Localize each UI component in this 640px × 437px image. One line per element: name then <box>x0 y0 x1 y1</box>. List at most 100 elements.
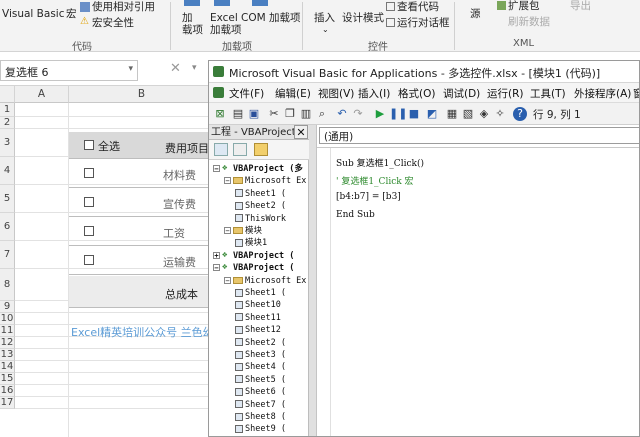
tree-item[interactable]: Sheet5 ( <box>235 374 286 386</box>
collapse-icon[interactable]: − <box>224 177 231 185</box>
tree-item[interactable]: Sheet1 ( <box>235 287 286 299</box>
row-header[interactable]: 12 <box>0 337 15 349</box>
refresh-data-button[interactable]: 刷新数据 <box>508 16 550 28</box>
select-all-corner[interactable] <box>0 86 15 103</box>
menu-edit[interactable]: 编辑(E) <box>275 86 311 101</box>
collapse-icon[interactable]: − <box>224 227 231 235</box>
excel-addins-button[interactable]: Excel 加载项 <box>210 12 242 36</box>
code-line[interactable]: Sub 复选框1_Click() <box>336 156 424 169</box>
row-header[interactable]: 8 <box>0 269 15 301</box>
tree-item[interactable]: Sheet2 ( <box>235 337 286 349</box>
run-icon[interactable]: ▶ <box>373 107 387 121</box>
help-icon[interactable]: ? <box>513 107 527 121</box>
menu-view[interactable]: 视图(V) <box>318 86 354 101</box>
code-line[interactable]: End Sub <box>336 210 375 220</box>
toggle-folders-icon[interactable] <box>254 143 268 156</box>
sheet-node[interactable]: Sheet2 ( <box>235 200 286 212</box>
cancel-formula-button[interactable]: ✕ <box>170 61 181 76</box>
tree-item[interactable]: Sheet12 <box>235 324 281 336</box>
tree-item[interactable]: Sheet3 ( <box>235 349 286 361</box>
design-mode-button[interactable]: 设计模式 <box>342 12 384 24</box>
toolbox-icon[interactable]: ✧ <box>493 107 507 121</box>
row-header[interactable]: 14 <box>0 361 15 373</box>
item-checkbox[interactable] <box>84 226 94 236</box>
use-relative-button[interactable]: 使用相对引用 <box>92 1 155 13</box>
item-checkbox[interactable] <box>84 255 94 265</box>
folder-node[interactable]: − Microsoft Ex <box>224 175 306 187</box>
select-all-checkbox[interactable] <box>84 140 94 150</box>
vbaproject-node[interactable]: − ❖ VBAProject (多 <box>213 163 303 175</box>
code-editor[interactable]: Sub 复选框1_Click() ' 复选框1_Click 宏 [b4:b7] … <box>317 147 639 436</box>
project-tree[interactable]: − ❖ VBAProject (多 − Microsoft Ex Sheet1 (Shee… <box>209 163 309 436</box>
row-header[interactable]: 1 <box>0 103 15 117</box>
code-line[interactable]: [b4:b7] = [b3] <box>336 192 401 202</box>
row-header[interactable]: 15 <box>0 373 15 385</box>
find-icon[interactable]: ⌕ <box>315 107 329 121</box>
vbaproject-node[interactable]: − ❖ VBAProject ( <box>213 262 294 274</box>
row-header[interactable]: 2 <box>0 117 15 129</box>
pane-splitter[interactable] <box>309 125 317 436</box>
row-header[interactable]: 4 <box>0 157 15 185</box>
menu-insert[interactable]: 插入(I) <box>358 86 390 101</box>
tree-item[interactable]: Sheet8 ( <box>235 411 286 423</box>
cut-icon[interactable]: ✂ <box>267 107 281 121</box>
export-button[interactable]: 导出 <box>570 0 591 12</box>
row-header[interactable]: 17 <box>0 397 15 409</box>
name-box[interactable]: 复选框 6 ▾ <box>0 60 138 81</box>
row-header[interactable]: 10 <box>0 313 15 325</box>
modules-folder-node[interactable]: − 模块 <box>224 225 262 237</box>
menu-run[interactable]: 运行(R) <box>487 86 524 101</box>
workbook-node[interactable]: ThisWork <box>235 213 286 225</box>
menu-file[interactable]: 文件(F) <box>229 86 264 101</box>
row-header[interactable]: 11 <box>0 325 15 337</box>
vbe-window[interactable]: Microsoft Visual Basic for Applications … <box>208 60 640 437</box>
undo-icon[interactable]: ↶ <box>335 107 349 121</box>
macros-button[interactable]: 宏 <box>66 8 77 20</box>
tree-item[interactable]: Sheet11 <box>235 312 281 324</box>
collapse-icon[interactable]: − <box>213 165 220 173</box>
insert-control-button[interactable]: 插入 <box>314 12 335 24</box>
break-icon[interactable]: ❚❚ <box>389 107 407 121</box>
object-dropdown[interactable]: (通用) <box>319 127 639 144</box>
com-addins-button[interactable]: COM 加载项 <box>241 12 301 24</box>
menu-tools[interactable]: 工具(T) <box>530 86 566 101</box>
paste-icon[interactable]: ▥ <box>299 107 313 121</box>
row-header[interactable]: 6 <box>0 213 15 241</box>
visual-basic-button[interactable]: Visual Basic <box>2 8 64 20</box>
vbe-title-bar[interactable]: Microsoft Visual Basic for Applications … <box>209 61 639 83</box>
folder-node[interactable]: − Microsoft Ex <box>224 275 306 287</box>
code-comment-line[interactable]: ' 复选框1_Click 宏 <box>336 174 414 187</box>
tree-item[interactable]: Sheet10 <box>235 299 281 311</box>
code-margin[interactable] <box>317 148 331 436</box>
close-icon[interactable]: ✕ <box>294 125 308 139</box>
module-node[interactable]: 模块1 <box>235 237 267 249</box>
expansion-pack-button[interactable]: 扩展包 <box>508 0 540 12</box>
view-code-icon[interactable] <box>214 143 228 156</box>
tree-item[interactable]: Sheet6 ( <box>235 386 286 398</box>
code-window[interactable]: (通用) Sub 复选框1_Click() ' 复选框1_Click 宏 [b4… <box>317 125 639 436</box>
tree-item[interactable]: Sheet4 ( <box>235 361 286 373</box>
menu-window[interactable]: 窗 <box>633 86 639 101</box>
row-header[interactable]: 5 <box>0 185 15 213</box>
run-dialog-button[interactable]: 运行对话框 <box>397 17 450 29</box>
menu-addins[interactable]: 外接程序(A) <box>574 86 631 101</box>
tree-item[interactable]: Sheet9 ( <box>235 423 286 435</box>
collapse-icon[interactable]: − <box>213 264 220 272</box>
object-browser-icon[interactable]: ◈ <box>477 107 491 121</box>
properties-icon[interactable]: ▧ <box>461 107 475 121</box>
tree-item[interactable]: Sheet7 ( <box>235 399 286 411</box>
view-code-button[interactable]: 查看代码 <box>397 1 439 13</box>
project-explorer-icon[interactable]: ▦ <box>445 107 459 121</box>
expand-icon[interactable]: + <box>213 251 220 259</box>
menu-format[interactable]: 格式(O) <box>398 86 435 101</box>
column-header-a[interactable]: A <box>15 86 69 103</box>
row-header[interactable]: 9 <box>0 301 15 313</box>
save-icon[interactable]: ▣ <box>247 107 261 121</box>
chevron-down-icon[interactable]: ▾ <box>128 64 133 74</box>
collapse-icon[interactable]: − <box>224 276 231 284</box>
column-header-b[interactable]: B <box>69 86 215 103</box>
addins-button[interactable]: 加 载项 <box>182 12 203 36</box>
source-button[interactable]: 源 <box>470 8 481 20</box>
row-header[interactable]: 3 <box>0 129 15 157</box>
item-checkbox[interactable] <box>84 168 94 178</box>
